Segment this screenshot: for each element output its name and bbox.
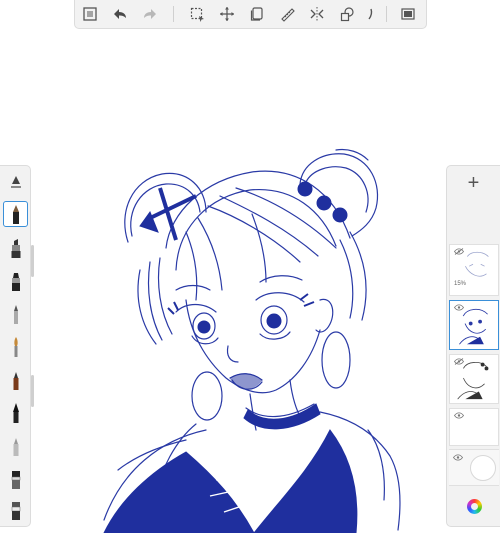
fullscreen-icon: [401, 8, 415, 20]
fullscreen-button[interactable]: [393, 0, 423, 29]
marquee-select-icon: [190, 7, 204, 22]
slider-icon: [10, 176, 21, 188]
brush-eraser-soft[interactable]: [3, 497, 28, 523]
drawing-canvas[interactable]: [0, 0, 500, 533]
layer-thumbnail-3[interactable]: [449, 354, 499, 404]
palette-drag-handle-2[interactable]: [31, 375, 34, 407]
paintbrush-icon: [13, 337, 18, 357]
top-toolbar: [74, 0, 427, 29]
brush-marker[interactable]: [3, 268, 28, 294]
layer-preview: [465, 251, 489, 277]
background-layer[interactable]: [449, 449, 499, 486]
transform-button[interactable]: [212, 0, 242, 29]
layer-thumbnail-1[interactable]: 15%: [449, 244, 499, 296]
brush-size-slider[interactable]: [3, 170, 28, 196]
layer-panel: + 15%: [446, 165, 500, 527]
marker-icon: [11, 273, 20, 291]
select-button[interactable]: [182, 0, 212, 29]
toolbar-divider: [173, 6, 174, 22]
layer-stack-icon: [250, 7, 263, 21]
stroke-button[interactable]: [362, 0, 380, 29]
brush-airbrush[interactable]: [3, 433, 28, 459]
move-cross-icon: [220, 7, 234, 21]
symmetry-icon: [310, 7, 324, 21]
layer-preview: [459, 309, 488, 345]
brush-ink[interactable]: [3, 367, 28, 393]
layer-thumbnail-2[interactable]: [449, 300, 499, 350]
brush-palette: [0, 165, 31, 527]
layers-menu-button[interactable]: [75, 0, 105, 29]
eye-icon[interactable]: [453, 454, 463, 461]
curve-icon: [368, 8, 373, 20]
fountain-pen-icon: [12, 403, 19, 423]
layer-preview: [457, 362, 489, 400]
layer-editor-button[interactable]: [242, 0, 272, 29]
list-icon: [83, 7, 97, 21]
background-color-swatch[interactable]: [470, 455, 496, 481]
toolbar-divider-2: [386, 6, 387, 22]
ruler-icon: [281, 8, 295, 22]
eraser-soft-icon: [11, 502, 20, 520]
sketchbook-app: + 15%: [0, 0, 500, 533]
brush-ballpoint[interactable]: [3, 301, 28, 327]
chisel-marker-icon: [11, 239, 20, 258]
airbrush-icon: [13, 438, 18, 456]
brush-eraser-hard[interactable]: [3, 466, 28, 492]
palette-drag-handle[interactable]: [31, 245, 34, 277]
eye-icon[interactable]: [454, 412, 464, 419]
brush-pencil[interactable]: [3, 201, 28, 227]
undo-arrow-icon: [114, 9, 126, 19]
brush-chisel[interactable]: [3, 235, 28, 261]
ruler-button[interactable]: [272, 0, 302, 29]
brush-fountain[interactable]: [3, 400, 28, 426]
undo-button[interactable]: [105, 0, 135, 29]
add-layer-button[interactable]: +: [447, 168, 500, 198]
redo-arrow-icon: [144, 9, 156, 19]
pencil-icon: [12, 205, 19, 224]
brush-paintbrush[interactable]: [3, 334, 28, 360]
color-wheel-icon[interactable]: [467, 499, 482, 514]
ink-pen-icon: [13, 372, 18, 390]
eraser-icon: [11, 471, 20, 489]
ballpoint-icon: [13, 305, 18, 324]
shapes-icon: [340, 7, 354, 22]
redo-button[interactable]: [135, 0, 165, 29]
symmetry-button[interactable]: [302, 0, 332, 29]
shapes-button[interactable]: [332, 0, 362, 29]
layer-thumbnail-4[interactable]: [449, 408, 499, 446]
